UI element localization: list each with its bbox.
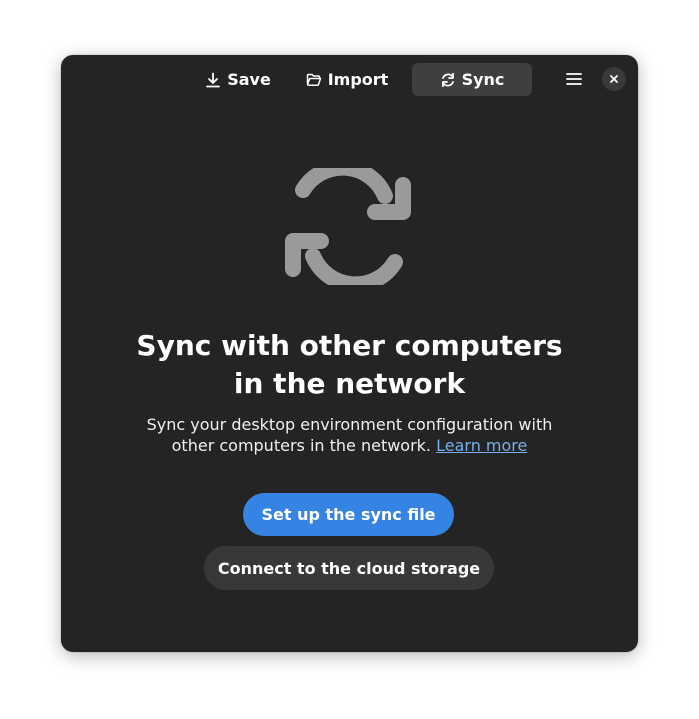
download-icon (206, 72, 221, 87)
connect-cloud-storage-button[interactable]: Connect to the cloud storage (204, 546, 494, 590)
hamburger-menu-icon (566, 73, 582, 85)
app-window: Save Import Sync Sync with other compute… (61, 55, 638, 652)
tab-save[interactable]: Save (188, 63, 288, 96)
description-line1: Sync your desktop environment configurat… (146, 415, 553, 434)
close-icon (610, 75, 618, 83)
status-description: Sync your desktop environment configurat… (121, 414, 578, 456)
sync-icon (441, 72, 454, 87)
tab-save-label: Save (227, 70, 271, 89)
setup-sync-file-button[interactable]: Set up the sync file (243, 493, 454, 536)
status-title: Sync with other computers in the network (61, 327, 638, 403)
header-bar: Save Import Sync (61, 55, 638, 102)
status-title-line1: Sync with other computers (136, 329, 563, 362)
description-line2-text: other computers in the network. (171, 436, 432, 455)
tab-import-label: Import (327, 70, 389, 89)
tab-sync[interactable]: Sync (412, 63, 532, 96)
status-title-line2: in the network (233, 367, 466, 400)
main-menu-button[interactable] (558, 66, 590, 92)
learn-more-link[interactable]: Learn more (436, 436, 527, 455)
sync-icon (285, 168, 411, 285)
tab-sync-label: Sync (461, 70, 505, 89)
close-button[interactable] (602, 67, 626, 91)
tab-import[interactable]: Import (295, 63, 399, 96)
description-line2: other computers in the network. Learn mo… (121, 435, 578, 456)
folder-open-icon (306, 73, 321, 86)
